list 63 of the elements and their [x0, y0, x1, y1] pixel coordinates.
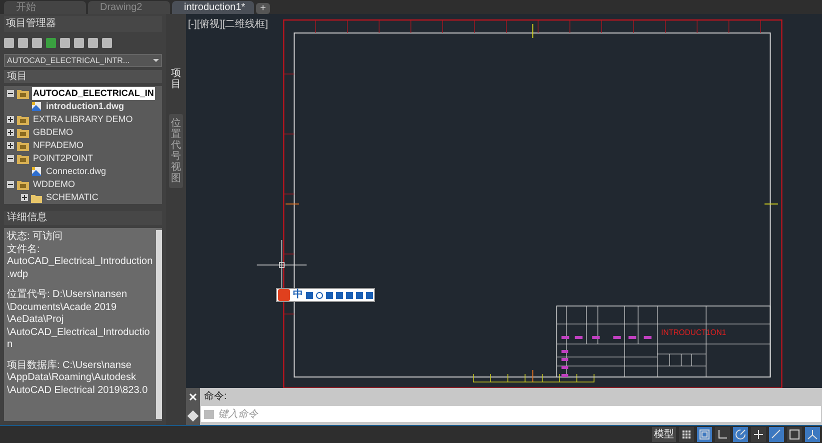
ortho-icon[interactable]	[715, 427, 730, 442]
ime-mode-toggle[interactable]: 中	[293, 290, 303, 300]
drawing-file-icon	[31, 101, 42, 112]
expand-toggle-icon[interactable]	[7, 116, 14, 123]
collapse-toggle-icon[interactable]	[7, 155, 14, 162]
detail-line: n	[7, 339, 14, 352]
close-icon[interactable]	[189, 393, 197, 402]
tree-item[interactable]: AUTOCAD_ELECTRICAL_IN	[32, 86, 155, 100]
drawing-file-icon	[31, 166, 42, 177]
detail-line: \Documents\Acade 2019	[7, 302, 118, 314]
tree-item[interactable]: Connector.dwg	[45, 164, 108, 178]
tree-item[interactable]: GBDEMO	[32, 126, 74, 140]
tree-item[interactable]: POINT2POINT	[32, 152, 94, 166]
detail-line: \AppData\Roaming\Autodesk	[7, 372, 137, 384]
detail-line: AutoCAD_Electrical_Introduction	[7, 256, 153, 268]
collapse-toggle-icon[interactable]	[7, 90, 14, 97]
tree-header: 项目	[4, 70, 162, 83]
ime-toolbar[interactable]: 中	[276, 288, 375, 302]
file-tab[interactable]: Drawing2	[88, 1, 170, 14]
project-folder-icon	[17, 128, 29, 138]
model-button[interactable]: 模型	[652, 427, 676, 442]
tree-item[interactable]: EXTRA LIBRARY DEMO	[32, 112, 134, 126]
command-history-line: 命令:	[203, 390, 228, 404]
detail-line: .wdp	[7, 268, 30, 281]
project-select[interactable]: AUTOCAD_ELECTRICAL_INTR...	[4, 54, 162, 67]
emoji-icon[interactable]	[316, 292, 323, 298]
panel-title: 详细信息	[4, 211, 162, 225]
scrollbar[interactable]	[156, 230, 162, 419]
dropdown-caret-icon	[153, 59, 159, 62]
project-folder-icon	[17, 88, 29, 98]
panel-title: 项目管理器	[4, 16, 162, 32]
tree-item[interactable]: introduction1.dwg	[45, 100, 125, 114]
side-tab[interactable]: 项目	[169, 64, 183, 94]
project-folder-icon	[17, 180, 29, 190]
detail-line: \AutoCAD_Electrical_Introductio	[7, 326, 151, 339]
project-tree[interactable]: AUTOCAD_ELECTRICAL_IN introduction1.dwg EXTRA LIBRARY DEMO GBDEMO NFPADEMO POINT2POINT Connector.dwg WDDEMO SCHEMATIC	[4, 86, 162, 204]
detail-line: 位置代号: D:\Users\nansen	[7, 289, 128, 302]
expand-toggle-icon[interactable]	[7, 142, 14, 149]
crosshair-cursor-icon	[256, 240, 308, 290]
selection-icon[interactable]	[787, 427, 802, 442]
tree-item[interactable]: WDDEMO	[32, 178, 76, 192]
detail-line: 项目数据库: C:\Users\nanse	[7, 360, 132, 372]
viewport-label[interactable]: [-][俯视][二维线框]	[188, 17, 268, 32]
file-tab[interactable]: 开始	[4, 1, 86, 14]
expand-toggle-icon[interactable]	[21, 194, 28, 201]
project-folder-icon	[17, 114, 29, 124]
ime-logo-icon	[278, 289, 290, 301]
side-tab[interactable]: 位置代号视图	[169, 114, 183, 188]
detail-line: 文件名:	[7, 244, 41, 256]
expand-toggle-icon[interactable]	[7, 129, 14, 136]
detail-line: \AutoCAD Electrical 2019\823.0	[7, 384, 149, 397]
tree-item[interactable]: SCHEMATIC	[45, 190, 100, 204]
new-tab-button[interactable]: +	[256, 3, 270, 14]
project-folder-icon	[17, 154, 29, 164]
folder-icon	[31, 192, 42, 202]
file-tab[interactable]: introduction1*	[172, 1, 254, 14]
detail-line: \AeData\Proj	[7, 314, 65, 326]
detail-line: 状态: 可访问	[7, 231, 64, 244]
collapse-toggle-icon[interactable]	[7, 181, 14, 188]
object-snap-icon[interactable]	[751, 427, 766, 442]
project-folder-icon	[17, 140, 29, 150]
polar-tracking-icon[interactable]	[733, 427, 748, 442]
tree-item[interactable]: NFPADEMO	[32, 138, 84, 152]
